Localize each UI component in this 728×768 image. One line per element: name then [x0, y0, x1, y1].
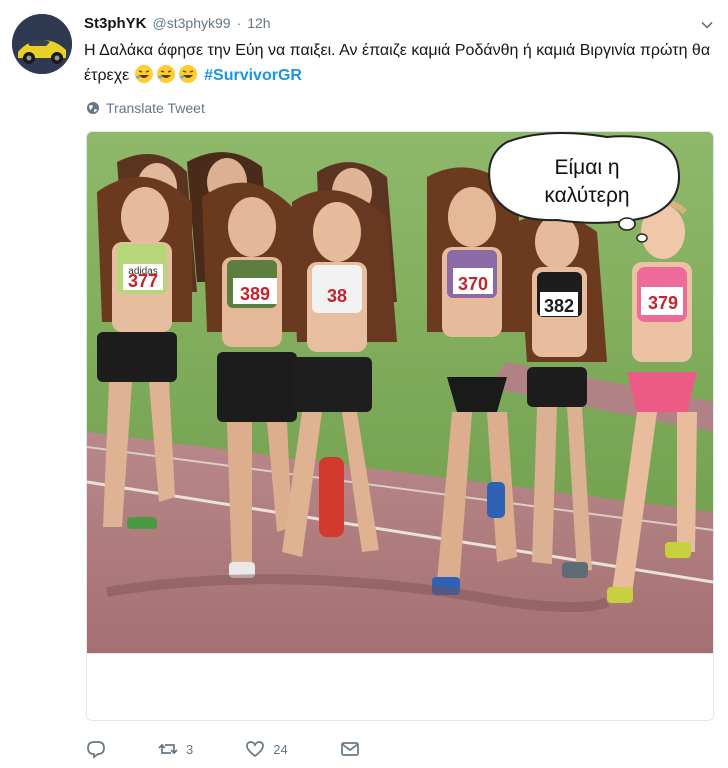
reply-button[interactable] — [86, 739, 106, 759]
bib-370: 370 — [458, 274, 488, 294]
tweet: St3phYK @st3phyk99 · 12h Η Δαλάκα άφησε … — [0, 0, 728, 768]
runners-photo: 377 389 38 370 382 379 adidas Είμαι η κα… — [87, 132, 713, 653]
reply-icon — [87, 741, 105, 759]
heart-icon — [246, 741, 265, 758]
bubble-line-1: Είμαι η — [554, 156, 619, 179]
hashtag-link[interactable]: #SurvivorGR — [204, 67, 302, 84]
tweet-photo[interactable]: 377 389 38 370 382 379 adidas Είμαι η κα… — [87, 132, 713, 653]
translate-label: Translate Tweet — [106, 100, 205, 116]
retweet-count: 3 — [186, 741, 194, 757]
retweet-icon — [158, 743, 178, 755]
bib-brand: adidas — [128, 266, 157, 277]
tweet-header: St3phYK @st3phyk99 · 12h — [84, 15, 688, 35]
bib-382: 382 — [544, 296, 574, 316]
retweet-button[interactable]: 3 — [158, 739, 193, 759]
timestamp[interactable]: 12h — [247, 15, 270, 31]
bib-379: 379 — [648, 293, 678, 313]
user-handle[interactable]: @st3phyk99 — [153, 15, 231, 31]
translate-tweet-link[interactable]: Translate Tweet — [86, 100, 205, 116]
tweet-text: Η Δαλάκα άφησε την Εύη να παιξει. Αν έπα… — [84, 38, 714, 88]
tweet-actions: 3 24 — [86, 737, 412, 761]
media-card-footer — [87, 653, 713, 720]
media-card[interactable]: 377 389 38 370 382 379 adidas Είμαι η κα… — [86, 131, 714, 721]
rofl-emoji-icon — [134, 65, 153, 83]
car-avatar-image — [12, 14, 72, 74]
separator-dot: · — [236, 15, 242, 31]
rofl-emoji-icon — [156, 65, 175, 83]
display-name[interactable]: St3phYK — [84, 15, 147, 32]
globe-icon — [87, 102, 99, 114]
bib-389: 389 — [240, 284, 270, 304]
chevron-down-icon[interactable] — [700, 18, 714, 32]
bib-38: 38 — [327, 286, 347, 306]
like-button[interactable]: 24 — [245, 739, 288, 759]
like-count: 24 — [273, 741, 288, 757]
avatar[interactable] — [12, 14, 72, 74]
rofl-emoji-icon — [178, 65, 197, 83]
envelope-icon — [340, 742, 359, 756]
bubble-line-2: καλύτερη — [544, 184, 629, 207]
direct-message-button[interactable] — [340, 739, 360, 759]
